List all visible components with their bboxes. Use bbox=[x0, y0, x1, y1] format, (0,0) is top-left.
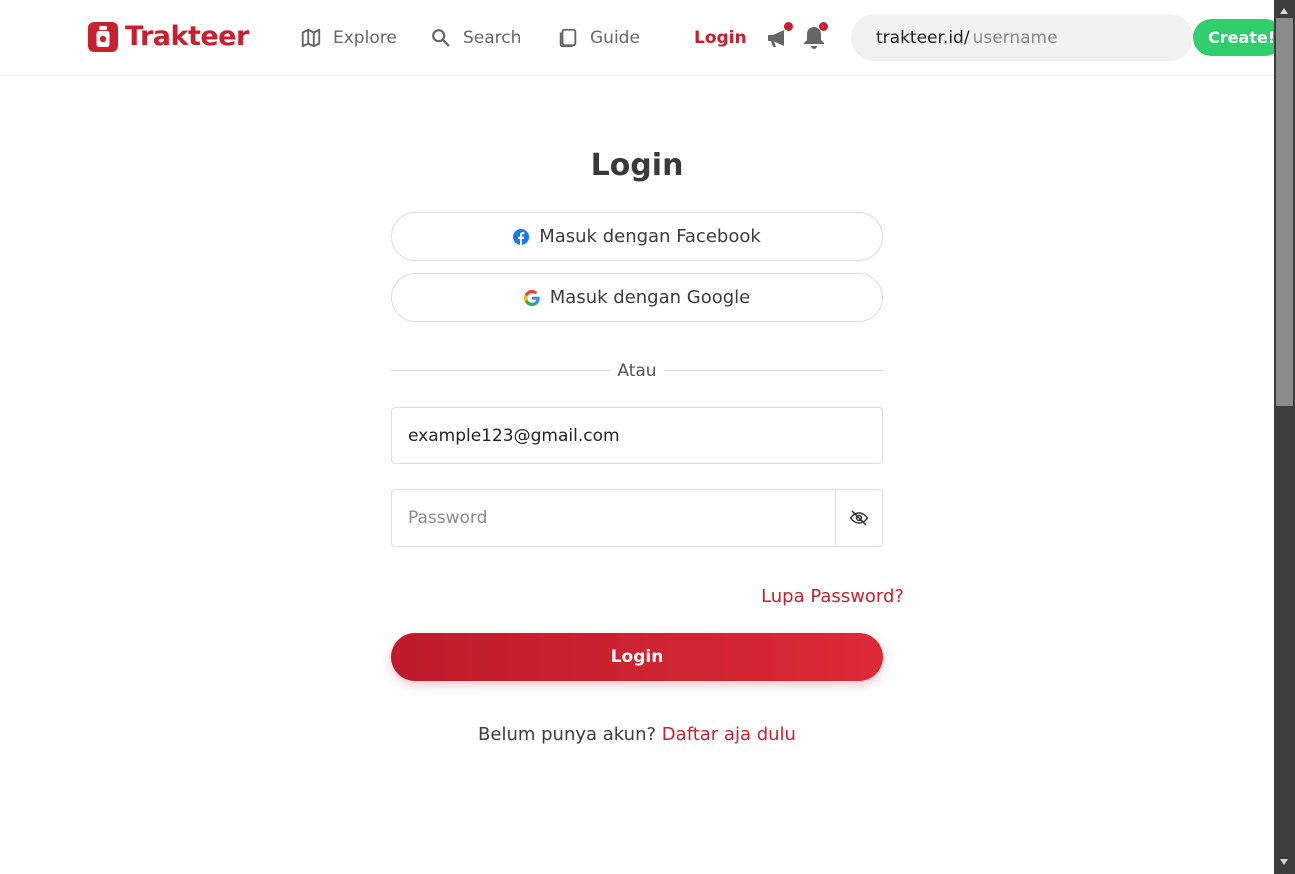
email-field[interactable] bbox=[391, 407, 883, 464]
google-login-button[interactable]: Masuk dengan Google bbox=[391, 273, 883, 322]
nav-guide-label: Guide bbox=[590, 28, 640, 48]
username-url-field[interactable]: trakteer.id/ bbox=[851, 14, 1193, 61]
nav-explore-label: Explore bbox=[333, 28, 397, 48]
nav-login-link[interactable]: Login bbox=[694, 26, 747, 50]
nav-explore[interactable]: Explore bbox=[300, 26, 397, 50]
or-divider: Atau bbox=[391, 360, 883, 382]
scroll-thumb[interactable] bbox=[1276, 18, 1293, 406]
nav-guide[interactable]: Guide bbox=[557, 26, 640, 50]
announcement-button[interactable] bbox=[765, 22, 793, 52]
facebook-login-label: Masuk dengan Facebook bbox=[539, 226, 761, 247]
brand-name: Trakteer bbox=[125, 21, 249, 52]
divider-text: Atau bbox=[617, 361, 657, 381]
signup-prompt-text: Belum punya akun? bbox=[478, 724, 657, 745]
create-button[interactable]: Create! bbox=[1193, 19, 1283, 56]
password-input[interactable] bbox=[408, 490, 818, 545]
notifications-button[interactable] bbox=[800, 22, 828, 52]
nav-search-label: Search bbox=[463, 28, 522, 48]
page: Trakteer Explore Search Guide Login trak… bbox=[0, 0, 1295, 874]
divider-line bbox=[664, 370, 883, 371]
map-icon bbox=[301, 28, 321, 48]
forgot-password-link[interactable]: Lupa Password? bbox=[761, 585, 904, 609]
page-scrollbar[interactable] bbox=[1274, 0, 1295, 874]
toggle-password-visibility[interactable] bbox=[835, 490, 882, 545]
google-login-label: Masuk dengan Google bbox=[549, 287, 751, 308]
search-icon bbox=[432, 29, 450, 47]
nav-search[interactable]: Search bbox=[430, 26, 521, 50]
trakteer-cup-icon bbox=[88, 22, 118, 52]
url-prefix: trakteer.id/ bbox=[876, 27, 970, 48]
facebook-login-button[interactable]: Masuk dengan Facebook bbox=[391, 212, 883, 261]
top-header: Trakteer Explore Search Guide Login trak… bbox=[0, 0, 1283, 76]
notification-dot bbox=[819, 22, 828, 31]
facebook-icon bbox=[513, 228, 530, 245]
scroll-down-arrow-icon[interactable] bbox=[1280, 859, 1288, 865]
login-submit-button[interactable]: Login bbox=[391, 633, 883, 681]
eye-slash-icon bbox=[849, 510, 869, 525]
google-icon bbox=[523, 289, 540, 306]
brand-logo[interactable]: Trakteer bbox=[88, 22, 249, 52]
login-title: Login bbox=[590, 148, 684, 183]
password-field[interactable] bbox=[391, 489, 883, 547]
username-input[interactable] bbox=[972, 27, 1173, 48]
scroll-up-arrow-icon[interactable] bbox=[1280, 8, 1288, 14]
email-input[interactable] bbox=[408, 408, 868, 463]
signup-prompt: Belum punya akun? Daftar aja dulu bbox=[0, 723, 1274, 747]
notification-dot bbox=[784, 22, 793, 31]
book-icon bbox=[559, 28, 577, 48]
signup-link[interactable]: Daftar aja dulu bbox=[662, 724, 796, 745]
